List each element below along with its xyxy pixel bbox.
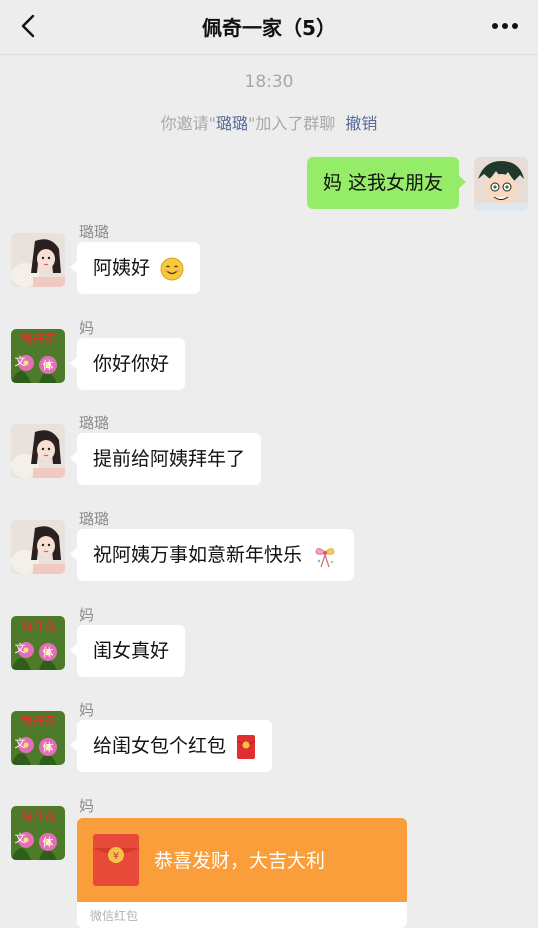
sender-name: 妈 bbox=[79, 319, 95, 337]
message-text: 祝阿姨万事如意新年快乐 bbox=[93, 544, 303, 566]
more-options-icon[interactable] bbox=[490, 14, 520, 38]
message-timestamp: 18:30 bbox=[244, 72, 294, 92]
avatar-caption-left: 文 bbox=[15, 831, 26, 845]
mom-avatar[interactable]: 两开花 文 体 bbox=[11, 711, 65, 765]
system-message-suffix: "加入了群聊 bbox=[248, 114, 336, 133]
girlfriend-avatar[interactable] bbox=[11, 520, 65, 574]
sender-name: 妈 bbox=[79, 606, 95, 624]
avatar-caption-left: 文 bbox=[15, 641, 26, 655]
back-arrow-icon[interactable] bbox=[16, 13, 42, 39]
avatar-caption-center: 体 bbox=[43, 645, 54, 659]
avatar-caption-top: 两开花 bbox=[20, 713, 56, 728]
my-message-bubble[interactable]: 妈 这我女朋友 bbox=[306, 157, 467, 209]
system-message: 你邀请"璐璐"加入了群聊 撤销 bbox=[0, 110, 538, 134]
avatar-caption-top: 两开花 bbox=[20, 808, 56, 823]
red-packet-card[interactable]: ¥ 恭喜发财，大吉大利 微信红包 bbox=[77, 818, 407, 928]
avatar-caption-center: 体 bbox=[43, 358, 54, 372]
sender-name: 妈 bbox=[79, 797, 95, 815]
red-packet-symbol: ¥ bbox=[113, 851, 119, 862]
mom-avatar[interactable]: 两开花 文 体 bbox=[11, 806, 65, 860]
red-packet-icon: ¥ bbox=[93, 834, 139, 886]
girlfriend-avatar[interactable] bbox=[11, 424, 65, 478]
smile-emoji-icon bbox=[160, 257, 184, 280]
mom-avatar[interactable]: 两开花 文 体 bbox=[11, 329, 65, 383]
message-text: 你好你好 bbox=[93, 353, 170, 375]
message-bubble[interactable]: 提前给阿姨拜年了 bbox=[69, 433, 262, 485]
message-text: 阿姨好 bbox=[93, 257, 151, 279]
sender-name: 璐璐 bbox=[79, 510, 110, 528]
message-text: 妈 这我女朋友 bbox=[322, 172, 443, 194]
red-packet-greeting: 恭喜发财，大吉大利 bbox=[154, 850, 326, 872]
girlfriend-avatar[interactable] bbox=[11, 233, 65, 287]
avatar-caption-top: 两开花 bbox=[20, 618, 56, 633]
revoke-link[interactable]: 撤销 bbox=[345, 114, 377, 133]
message-bubble[interactable]: 阿姨好 bbox=[69, 242, 201, 294]
mom-avatar[interactable]: 两开花 文 体 bbox=[11, 616, 65, 670]
avatar-caption-top: 两开花 bbox=[20, 331, 56, 346]
message-text: 闺女真好 bbox=[93, 640, 170, 662]
celebrate-emoji-icon bbox=[315, 547, 335, 567]
message-bubble[interactable]: 祝阿姨万事如意新年快乐 bbox=[69, 529, 355, 581]
avatar-caption-left: 文 bbox=[15, 736, 26, 750]
message-text: 给闺女包个红包 bbox=[93, 735, 227, 757]
message-bubble[interactable]: 闺女真好 bbox=[69, 625, 186, 677]
message-text: 提前给阿姨拜年了 bbox=[93, 448, 246, 470]
chat-header: 佩奇一家（5） bbox=[0, 0, 538, 55]
message-bubble[interactable]: 你好你好 bbox=[69, 338, 186, 390]
red-packet-body: ¥ 恭喜发财，大吉大利 bbox=[77, 818, 407, 902]
message-bubble[interactable]: 给闺女包个红包 bbox=[69, 720, 273, 772]
invitee-name-link[interactable]: 璐璐 bbox=[216, 114, 248, 133]
chat-title: 佩奇一家（5） bbox=[202, 16, 336, 40]
avatar-caption-left: 文 bbox=[15, 354, 26, 368]
sender-name: 璐璐 bbox=[79, 223, 110, 241]
system-message-prefix: 你邀请" bbox=[160, 114, 216, 133]
red-packet-label: 微信红包 bbox=[90, 909, 139, 923]
sender-name: 璐璐 bbox=[79, 414, 110, 432]
red-packet-footer: 微信红包 bbox=[77, 902, 407, 928]
avatar-caption-center: 体 bbox=[43, 835, 54, 849]
red-envelope-emoji-icon bbox=[236, 734, 256, 759]
avatar-caption-center: 体 bbox=[43, 740, 54, 754]
my-avatar[interactable] bbox=[474, 157, 528, 211]
sender-name: 妈 bbox=[79, 701, 95, 719]
